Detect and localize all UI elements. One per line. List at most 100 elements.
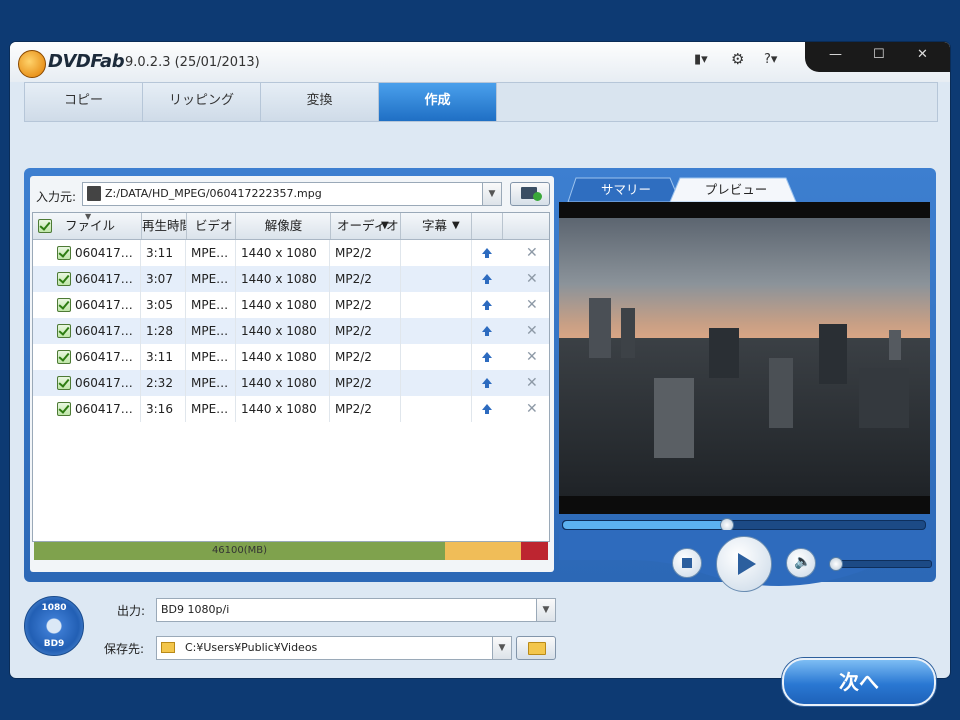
duration-cell: 3:11 bbox=[142, 344, 186, 370]
close-icon[interactable]: ✕ bbox=[917, 47, 928, 62]
input-path-field[interactable]: Z:/DATA/HD_MPEG/060417222357.mpg ▼ bbox=[82, 182, 502, 206]
input-label: 入力元: bbox=[36, 190, 77, 204]
stop-button[interactable] bbox=[672, 548, 702, 578]
move-up-icon[interactable] bbox=[482, 248, 492, 258]
save-path-dropdown-arrow-icon[interactable]: ▼ bbox=[492, 637, 511, 659]
column-audio[interactable]: オーディオ ▼ bbox=[331, 213, 401, 239]
select-all-checkbox[interactable] bbox=[38, 219, 52, 233]
row-checkbox[interactable] bbox=[57, 350, 71, 364]
maximize-icon[interactable]: ☐ bbox=[873, 47, 885, 62]
input-dropdown-arrow-icon[interactable]: ▼ bbox=[482, 183, 501, 205]
move-up-icon[interactable] bbox=[482, 300, 492, 310]
source-pane: 入力元: Z:/DATA/HD_MPEG/060417222357.mpg ▼ … bbox=[30, 176, 554, 572]
audio-cell: MP2/2 bbox=[331, 344, 401, 370]
dvdfab-logo-icon bbox=[18, 50, 46, 78]
output-select[interactable]: BD9 1080p/i ▼ bbox=[156, 598, 556, 622]
file-name-cell: 060417… bbox=[33, 396, 141, 422]
add-source-button[interactable] bbox=[510, 182, 550, 206]
help-menu-icon[interactable]: ?▾ bbox=[764, 52, 777, 67]
file-name-cell: 060417… bbox=[33, 318, 141, 344]
window-controls: — ☐ ✕ bbox=[805, 42, 950, 72]
column-move bbox=[472, 213, 503, 239]
remove-row-icon[interactable]: ✕ bbox=[526, 240, 538, 266]
move-up-icon[interactable] bbox=[482, 404, 492, 414]
table-row[interactable]: 060417… 2:32 MPE… 1440 x 1080 MP2/2 ✕ bbox=[33, 370, 549, 396]
column-resolution[interactable]: 解像度 bbox=[237, 213, 331, 239]
preview-tabs: サマリー プレビュー bbox=[562, 176, 934, 202]
row-checkbox[interactable] bbox=[57, 246, 71, 260]
table-row[interactable]: 060417… 3:11 MPE… 1440 x 1080 MP2/2 ✕ bbox=[33, 344, 549, 370]
mute-button[interactable]: 🔈 bbox=[786, 548, 816, 578]
move-up-icon[interactable] bbox=[482, 274, 492, 284]
next-button[interactable]: 次へ bbox=[782, 658, 936, 706]
video-cell: MPE… bbox=[187, 240, 236, 266]
table-row[interactable]: 060417… 1:28 MPE… 1440 x 1080 MP2/2 ✕ bbox=[33, 318, 549, 344]
video-sky bbox=[559, 218, 930, 338]
remove-row-icon[interactable]: ✕ bbox=[526, 344, 538, 370]
save-path-text: C:¥Users¥Public¥Videos bbox=[185, 641, 318, 654]
remove-row-icon[interactable]: ✕ bbox=[526, 318, 538, 344]
tab-copy[interactable]: コピー bbox=[25, 83, 143, 121]
bd9-disc-icon: 1080 BD9 bbox=[24, 596, 84, 656]
tab-ripper[interactable]: リッピング bbox=[143, 83, 261, 121]
audio-cell: MP2/2 bbox=[331, 370, 401, 396]
duration-cell: 3:05 bbox=[142, 292, 186, 318]
audio-dropdown-icon[interactable]: ▼ bbox=[381, 213, 389, 239]
resolution-cell: 1440 x 1080 bbox=[237, 344, 330, 370]
stop-icon bbox=[682, 558, 692, 568]
disc-resolution-label: 1080 bbox=[41, 603, 67, 613]
app-name: DVDFab bbox=[48, 51, 125, 72]
video-city bbox=[559, 298, 930, 496]
volume-handle[interactable] bbox=[829, 557, 843, 571]
spacer-band bbox=[10, 122, 950, 168]
browse-folder-button[interactable] bbox=[516, 636, 556, 660]
table-row[interactable]: 060417… 3:07 MPE… 1440 x 1080 MP2/2 ✕ bbox=[33, 266, 549, 292]
remove-row-icon[interactable]: ✕ bbox=[526, 266, 538, 292]
subtitle-dropdown-icon[interactable]: ▼ bbox=[452, 213, 460, 239]
open-folder-icon bbox=[528, 642, 546, 655]
duration-cell: 1:28 bbox=[142, 318, 186, 344]
column-subtitle[interactable]: 字幕 ▼ bbox=[402, 213, 472, 239]
output-dropdown-arrow-icon[interactable]: ▼ bbox=[536, 599, 555, 621]
column-video[interactable]: ビデオ bbox=[187, 213, 236, 239]
move-up-icon[interactable] bbox=[482, 378, 492, 388]
tab-creator[interactable]: 作成 bbox=[379, 83, 497, 121]
remove-row-icon[interactable]: ✕ bbox=[526, 370, 538, 396]
row-checkbox[interactable] bbox=[57, 272, 71, 286]
table-row[interactable]: 060417… 3:16 MPE… 1440 x 1080 MP2/2 ✕ bbox=[33, 396, 549, 422]
file-name-cell: 060417… bbox=[33, 240, 141, 266]
remove-row-icon[interactable]: ✕ bbox=[526, 396, 538, 422]
minimize-icon[interactable]: — bbox=[829, 47, 842, 62]
table-row[interactable]: 060417… 3:05 MPE… 1440 x 1080 MP2/2 ✕ bbox=[33, 292, 549, 318]
move-up-icon[interactable] bbox=[482, 352, 492, 362]
resolution-cell: 1440 x 1080 bbox=[237, 396, 330, 422]
resolution-cell: 1440 x 1080 bbox=[237, 370, 330, 396]
mode-tabs: コピー リッピング 変換 作成 bbox=[24, 82, 938, 122]
row-checkbox[interactable] bbox=[57, 376, 71, 390]
volume-slider[interactable] bbox=[829, 557, 932, 571]
gear-icon[interactable]: ⚙ bbox=[731, 50, 744, 68]
video-cell: MPE… bbox=[187, 266, 236, 292]
row-checkbox[interactable] bbox=[57, 298, 71, 312]
input-path-text: Z:/DATA/HD_MPEG/060417222357.mpg bbox=[105, 187, 322, 200]
tab-converter[interactable]: 変換 bbox=[261, 83, 379, 121]
tab-preview[interactable]: プレビュー bbox=[684, 178, 788, 202]
subtitle-cell bbox=[402, 370, 472, 396]
remove-row-icon[interactable]: ✕ bbox=[526, 292, 538, 318]
audio-cell: MP2/2 bbox=[331, 240, 401, 266]
column-file[interactable]: ファイル ▼ bbox=[33, 213, 142, 239]
row-checkbox[interactable] bbox=[57, 324, 71, 338]
table-row[interactable]: 060417… 3:11 MPE… 1440 x 1080 MP2/2 ✕ bbox=[33, 240, 549, 266]
skin-menu-icon[interactable]: ▮▾ bbox=[694, 52, 708, 67]
save-path-field[interactable]: C:¥Users¥Public¥Videos ▼ bbox=[156, 636, 512, 660]
audio-cell: MP2/2 bbox=[331, 318, 401, 344]
subtitle-cell bbox=[402, 396, 472, 422]
seek-bar[interactable] bbox=[562, 518, 926, 532]
tab-summary[interactable]: サマリー bbox=[582, 178, 670, 202]
output-label: 出力: bbox=[117, 604, 146, 618]
move-up-icon[interactable] bbox=[482, 326, 492, 336]
row-checkbox[interactable] bbox=[57, 402, 71, 416]
video-preview bbox=[559, 202, 930, 514]
column-duration[interactable]: 再生時間 bbox=[142, 213, 187, 239]
video-cell: MPE… bbox=[187, 396, 236, 422]
